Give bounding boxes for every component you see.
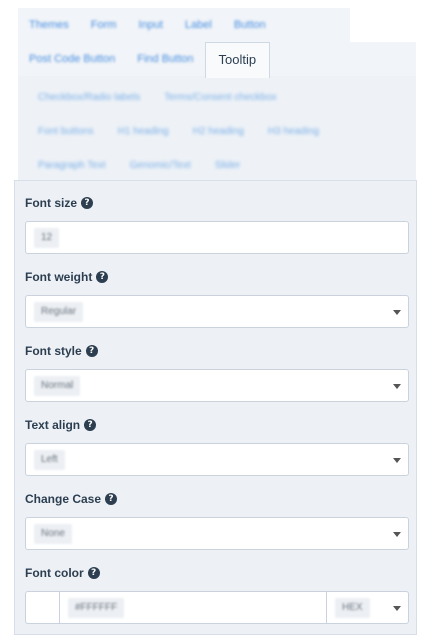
subtab-slider[interactable]: Slider [203, 160, 253, 171]
tab-navigation: Themes Form Input Label Button Post Code… [18, 8, 416, 188]
font-size-field: Font size ? 12 [25, 195, 409, 254]
change-case-value: None [34, 524, 72, 544]
chevron-down-icon [393, 532, 401, 537]
subtab-row: Font buttons H1 heading H2 heading H3 he… [26, 114, 408, 148]
text-align-label-text: Text align [25, 418, 81, 432]
font-style-label: Font style ? [25, 343, 409, 359]
font-style-select[interactable]: Normal [25, 369, 409, 402]
help-icon[interactable]: ? [84, 419, 97, 431]
subtab-font-buttons[interactable]: Font buttons [26, 126, 106, 137]
font-size-label-text: Font size [25, 196, 78, 210]
font-weight-label-text: Font weight [25, 270, 93, 284]
change-case-label-text: Change Case [25, 492, 102, 506]
font-weight-select[interactable]: Regular [25, 295, 409, 328]
color-swatch[interactable] [25, 591, 59, 624]
subtab-row: Checkbox/Radio labels Terms/Consent chec… [26, 80, 408, 114]
help-icon[interactable]: ? [96, 271, 109, 283]
text-align-field: Text align ? Left [25, 417, 409, 476]
subtab-terms-checkbox[interactable]: Terms/Consent checkbox [152, 92, 288, 103]
font-color-label-text: Font color [25, 566, 84, 580]
tab-find-button[interactable]: Find Button [126, 42, 204, 76]
color-format-value: HEX [335, 598, 370, 618]
subtab-genomic-text[interactable]: Genomic/Text [118, 160, 203, 171]
tab-button[interactable]: Button [223, 8, 277, 42]
color-hex-input[interactable]: #FFFFFF [59, 591, 327, 624]
chevron-down-icon [393, 310, 401, 315]
change-case-select[interactable]: None [25, 517, 409, 550]
font-weight-value: Regular [34, 302, 84, 322]
color-hex-value: #FFFFFF [68, 598, 125, 618]
subtab-panel: Checkbox/Radio labels Terms/Consent chec… [18, 76, 416, 188]
subtab-paragraph-text[interactable]: Paragraph Text [26, 160, 118, 171]
tab-post-code-button[interactable]: Post Code Button [18, 42, 126, 76]
font-size-label: Font size ? [25, 195, 409, 211]
tab-themes[interactable]: Themes [18, 8, 80, 42]
tab-row-primary: Themes Form Input Label Button [18, 8, 350, 42]
font-size-input[interactable]: 12 [25, 221, 409, 254]
color-format-select[interactable]: HEX [327, 591, 409, 624]
help-icon[interactable]: ? [87, 567, 100, 579]
text-align-value: Left [34, 450, 65, 470]
tab-input[interactable]: Input [127, 8, 173, 42]
subtab-h2-heading[interactable]: H2 heading [181, 126, 256, 137]
text-align-select[interactable]: Left [25, 443, 409, 476]
chevron-down-icon [393, 606, 401, 611]
font-style-field: Font style ? Normal [25, 343, 409, 402]
tab-tooltip[interactable]: Tooltip [204, 42, 271, 78]
font-color-label: Font color ? [25, 565, 409, 581]
subtab-h1-heading[interactable]: H1 heading [106, 126, 181, 137]
text-align-label: Text align ? [25, 417, 409, 433]
subtab-checkbox-labels[interactable]: Checkbox/Radio labels [26, 92, 152, 103]
change-case-label: Change Case ? [25, 491, 409, 507]
change-case-field: Change Case ? None [25, 491, 409, 550]
tab-form[interactable]: Form [80, 8, 128, 42]
subtab-row: Paragraph Text Genomic/Text Slider [26, 148, 408, 182]
font-style-value: Normal [34, 376, 81, 396]
font-weight-label: Font weight ? [25, 269, 409, 285]
help-icon[interactable]: ? [85, 345, 98, 357]
subtab-h3-heading[interactable]: H3 heading [256, 126, 331, 137]
tooltip-settings-panel: Font size ? 12 Font weight ? Regular Fon… [14, 180, 417, 635]
tab-label[interactable]: Label [174, 8, 223, 42]
font-size-value: 12 [34, 228, 60, 248]
font-weight-field: Font weight ? Regular [25, 269, 409, 328]
help-icon[interactable]: ? [81, 197, 94, 209]
chevron-down-icon [393, 384, 401, 389]
help-icon[interactable]: ? [105, 493, 118, 505]
chevron-down-icon [393, 458, 401, 463]
font-style-label-text: Font style [25, 344, 82, 358]
tab-row-secondary: Post Code Button Find Button Tooltip [18, 42, 416, 78]
font-color-control: #FFFFFF HEX [25, 591, 409, 624]
font-color-field: Font color ? #FFFFFF HEX [25, 565, 409, 624]
